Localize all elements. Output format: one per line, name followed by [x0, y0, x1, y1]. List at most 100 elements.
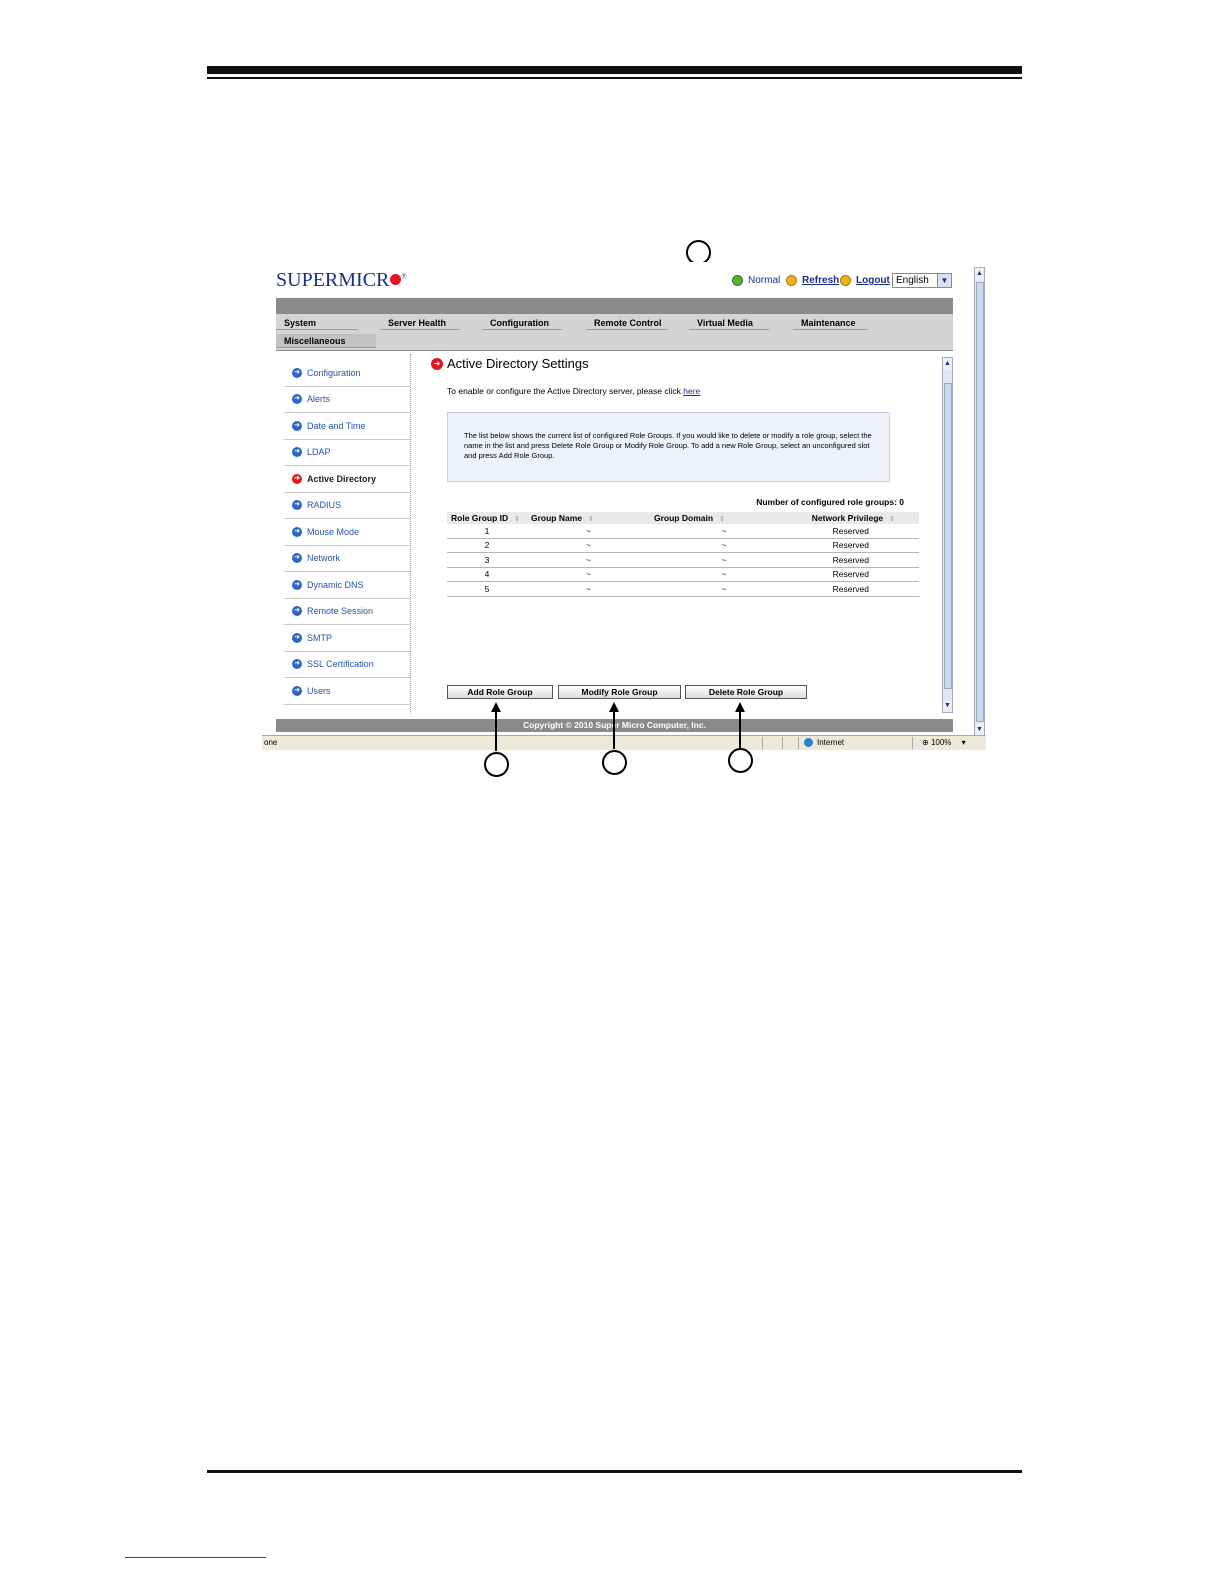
tab-miscellaneous[interactable]: Miscellaneous	[276, 334, 376, 348]
supermicro-logo: SUPERMICR ®	[276, 269, 407, 291]
tab-remote-control[interactable]: Remote Control	[586, 316, 668, 330]
delete-role-group-button[interactable]: Delete Role Group	[685, 685, 807, 699]
main-nav: System Server Health Configuration Remot…	[276, 314, 953, 351]
callout-line-add	[495, 711, 497, 751]
arrow-right-icon: ➜	[292, 526, 302, 537]
refresh-link-group[interactable]: Refresh	[786, 275, 839, 286]
tab-configuration[interactable]: Configuration	[482, 316, 562, 330]
scroll-thumb[interactable]	[944, 383, 952, 689]
sidebar-item-ldap[interactable]: ➜ LDAP	[284, 440, 410, 466]
page-title: ➜ Active Directory Settings	[431, 356, 589, 371]
header-rule-thin	[207, 77, 1022, 79]
page-title-text: Active Directory Settings	[447, 356, 589, 371]
header-rule-thick	[207, 66, 1022, 74]
table-row[interactable]: 3 ~ ~ Reserved	[447, 552, 919, 568]
col-group-domain[interactable]: Group Domain ⇕	[650, 512, 798, 524]
table-row[interactable]: 1 ~ ~ Reserved	[447, 524, 919, 539]
tab-server-health[interactable]: Server Health	[380, 316, 460, 330]
sidebar-item-mouse-mode[interactable]: ➜ Mouse Mode	[284, 519, 410, 546]
status-text: one	[264, 738, 278, 747]
col-network-privilege[interactable]: Network Privilege ⇕	[798, 512, 919, 524]
modify-role-group-button[interactable]: Modify Role Group	[558, 685, 681, 699]
sort-icon: ⇕	[588, 516, 594, 523]
callout-line-modify	[613, 711, 615, 749]
arrow-right-icon: ➜	[292, 447, 302, 458]
arrow-right-icon: ➜	[292, 659, 302, 670]
configure-ad-link[interactable]: here	[683, 386, 700, 396]
logo-dot-icon	[390, 274, 402, 285]
status-text: Normal	[748, 275, 781, 286]
sidebar-item-users[interactable]: ➜ Users	[284, 678, 410, 705]
window-scrollbar[interactable]: ▲ ▼	[974, 267, 985, 737]
tab-system[interactable]: System	[276, 316, 358, 330]
sidebar-item-date-and-time[interactable]: ➜ Date and Time	[284, 413, 410, 440]
arrow-right-icon: ➜	[292, 367, 302, 378]
arrow-right-icon: ➜	[292, 553, 302, 564]
sort-icon: ⇕	[719, 516, 725, 523]
col-group-name[interactable]: Group Name ⇕	[527, 512, 650, 524]
sort-icon: ⇕	[889, 516, 895, 523]
intro-text: To enable or configure the Active Direct…	[447, 386, 701, 396]
callout-circle-modify	[602, 750, 627, 775]
arrow-right-icon: ➜	[292, 500, 302, 511]
logo-text: SUPERMICR	[276, 269, 390, 291]
table-row[interactable]: 5 ~ ~ Reserved	[447, 581, 919, 597]
arrow-right-icon: ➜	[292, 473, 302, 484]
scroll-up-icon[interactable]: ▲	[975, 268, 984, 280]
scroll-down-icon[interactable]: ▼	[943, 700, 952, 712]
chevron-down-icon[interactable]: ▼	[937, 274, 951, 287]
sidebar-item-smtp[interactable]: ➜ SMTP	[284, 625, 410, 652]
arrow-right-icon: ➜	[292, 579, 302, 590]
scroll-thumb[interactable]	[976, 282, 984, 722]
arrow-right-icon: ➜	[292, 606, 302, 617]
callout-circle-delete	[728, 748, 753, 773]
main-content: ➜ Active Directory Settings To enable or…	[427, 354, 942, 714]
role-group-count: Number of configured role groups: 0	[756, 497, 904, 507]
sidebar-item-network[interactable]: ➜ Network	[284, 546, 410, 572]
status-indicator: Normal	[732, 275, 780, 286]
logout-icon	[840, 275, 851, 286]
sidebar-item-ssl-certification[interactable]: ➜ SSL Certification	[284, 652, 410, 678]
sort-icon: ⇕	[514, 516, 521, 523]
sidebar-item-configuration[interactable]: ➜ Configuration	[284, 360, 410, 387]
sidebar: ➜ Configuration ➜ Alerts ➜ Date and Time ➜ L…	[284, 360, 410, 705]
tab-virtual-media[interactable]: Virtual Media	[689, 316, 769, 330]
sidebar-item-active-directory[interactable]: ➜ Active Directory	[284, 466, 410, 493]
footnote-line	[125, 1557, 266, 1558]
logout-link[interactable]: Logout	[856, 275, 890, 286]
sidebar-item-radius[interactable]: ➜ RADIUS	[284, 493, 410, 519]
info-text: The list below shows the current list of…	[464, 431, 872, 460]
sidebar-divider	[410, 354, 412, 714]
chevron-down-icon[interactable]: ▾	[962, 738, 966, 747]
nav-header-bar	[276, 298, 953, 314]
table-header-row: Role Group ID ⇕ Group Name ⇕ Group Domain ⇕…	[447, 512, 919, 524]
zoom-control[interactable]: ⊕ 100% ▾	[922, 738, 966, 747]
tab-maintenance[interactable]: Maintenance	[793, 316, 868, 330]
sidebar-item-dynamic-dns[interactable]: ➜ Dynamic DNS	[284, 572, 410, 599]
table-row[interactable]: 2 ~ ~ Reserved	[447, 538, 919, 553]
arrow-right-icon: ➜	[292, 420, 302, 431]
content-scrollbar[interactable]: ▲ ▼	[942, 357, 953, 713]
add-role-group-button[interactable]: Add Role Group	[447, 685, 553, 699]
logout-link-group[interactable]: Logout	[840, 275, 890, 286]
col-role-group-id[interactable]: Role Group ID ⇕	[447, 512, 527, 524]
language-select[interactable]: English ▼	[892, 273, 952, 288]
zone-indicator: Internet	[804, 738, 844, 747]
browser-screenshot: SUPERMICR ® Normal Refresh Logout English…	[262, 262, 986, 750]
role-group-table: Role Group ID ⇕ Group Name ⇕ Group Domain ⇕…	[447, 512, 919, 597]
globe-icon	[804, 738, 813, 747]
arrow-right-icon: ➜	[292, 394, 302, 405]
arrow-right-icon: ➜	[292, 685, 302, 696]
language-value: English	[896, 275, 929, 286]
sidebar-item-alerts[interactable]: ➜ Alerts	[284, 387, 410, 413]
arrow-right-icon: ➜	[292, 632, 302, 643]
table-row[interactable]: 4 ~ ~ Reserved	[447, 567, 919, 582]
refresh-icon	[786, 275, 797, 286]
refresh-link[interactable]: Refresh	[802, 275, 839, 286]
sidebar-item-remote-session[interactable]: ➜ Remote Session	[284, 599, 410, 625]
check-icon	[732, 275, 743, 286]
scroll-up-icon[interactable]: ▲	[943, 358, 952, 370]
zoom-icon: ⊕	[922, 738, 929, 747]
info-box: The list below shows the current list of…	[447, 412, 890, 482]
callout-line-delete	[739, 711, 741, 748]
